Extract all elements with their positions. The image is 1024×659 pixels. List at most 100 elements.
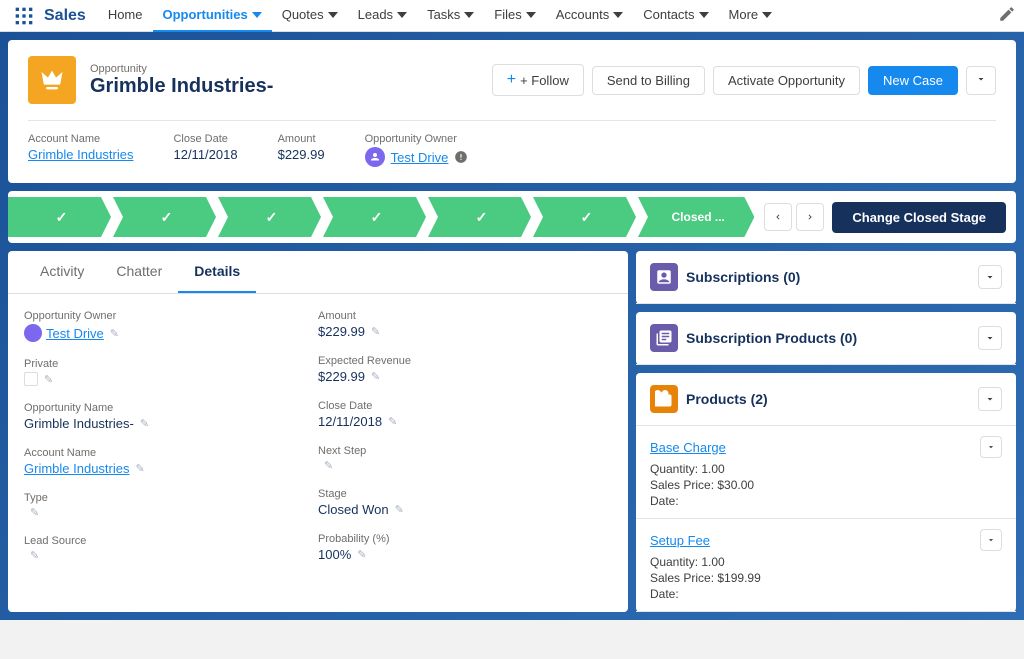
nav-leads[interactable]: Leads — [348, 0, 417, 32]
stage-next-button[interactable] — [796, 203, 824, 231]
tab-chatter[interactable]: Chatter — [100, 251, 178, 293]
stage-text: Closed Won — [318, 502, 389, 517]
apps-grid-icon[interactable] — [8, 0, 40, 32]
edit-amount-icon[interactable]: ✎ — [371, 325, 380, 338]
follow-button[interactable]: + + Follow — [492, 64, 584, 96]
edit-stage-icon[interactable]: ✎ — [395, 503, 404, 516]
setup-fee-link[interactable]: Setup Fee — [650, 533, 710, 548]
field-probability: Probability (%) 100% ✎ — [318, 533, 592, 562]
change-closed-stage-button[interactable]: Change Closed Stage — [832, 202, 1006, 233]
edit-private-icon[interactable]: ✎ — [44, 373, 53, 386]
edit-owner-icon[interactable]: ✎ — [110, 327, 119, 340]
amount-field: Amount $229.99 — [278, 133, 325, 167]
field-opp-name-value: Grimble Industries- ✎ — [24, 416, 298, 431]
field-stage: Stage Closed Won ✎ — [318, 488, 592, 517]
edit-next-step-icon[interactable]: ✎ — [324, 459, 333, 472]
stage-bar: ✓ ✓ ✓ ✓ ✓ ✓ Closed ... — [8, 191, 756, 243]
left-panel: Activity Chatter Details Opportunity Own… — [8, 251, 628, 612]
stage-check-icon: ✓ — [161, 209, 173, 226]
subscriptions-card-header: Subscriptions (0) — [636, 251, 1016, 304]
field-account-name-label: Account Name — [24, 447, 298, 459]
more-actions-button[interactable] — [966, 66, 996, 95]
base-charge-details: Quantity: 1.00 Sales Price: $30.00 Date: — [650, 462, 1002, 508]
stage-step-4[interactable]: ✓ — [323, 197, 426, 237]
nav-accounts[interactable]: Accounts — [546, 0, 633, 32]
record-type-label: Opportunity — [90, 63, 492, 75]
stage-step-6[interactable]: ✓ — [533, 197, 636, 237]
base-charge-link[interactable]: Base Charge — [650, 440, 726, 455]
account-name-value[interactable]: Grimble Industries — [28, 147, 133, 162]
field-type-value: ✎ — [24, 506, 298, 519]
detail-right-col: Amount $229.99 ✎ Expected Revenue $229.9… — [318, 310, 612, 578]
edit-account-icon[interactable]: ✎ — [135, 462, 144, 475]
products-toggle[interactable] — [978, 387, 1002, 411]
nav-contacts[interactable]: Contacts — [633, 0, 718, 32]
field-opp-name: Opportunity Name Grimble Industries- ✎ — [24, 402, 298, 431]
stage-step-1[interactable]: ✓ — [8, 197, 111, 237]
opportunity-fields-row: Account Name Grimble Industries Close Da… — [28, 120, 996, 167]
probability-text: 100% — [318, 547, 351, 562]
nav-quotes[interactable]: Quotes — [272, 0, 348, 32]
edit-opp-name-icon[interactable]: ✎ — [140, 417, 149, 430]
tab-activity[interactable]: Activity — [24, 251, 100, 293]
account-name-link[interactable]: Grimble Industries — [24, 461, 129, 476]
base-charge-toggle[interactable] — [980, 436, 1002, 458]
activate-opportunity-button[interactable]: Activate Opportunity — [713, 66, 860, 95]
field-next-step-label: Next Step — [318, 445, 592, 457]
tab-details[interactable]: Details — [178, 251, 256, 293]
subscriptions-card: Subscriptions (0) — [636, 251, 1016, 304]
stage-closed-label: Closed ... — [672, 210, 725, 224]
nav-items: Home Opportunities Quotes Leads Tasks Fi… — [98, 0, 998, 32]
stage-step-closed[interactable]: Closed ... — [638, 197, 754, 237]
nav-more[interactable]: More — [719, 0, 783, 32]
base-charge-quantity: Quantity: 1.00 — [650, 462, 1002, 476]
send-to-billing-button[interactable]: Send to Billing — [592, 66, 705, 95]
edit-type-icon[interactable]: ✎ — [30, 506, 39, 519]
edit-close-date-icon[interactable]: ✎ — [388, 415, 397, 428]
owner-name[interactable]: Test Drive — [391, 150, 449, 165]
nav-tasks[interactable]: Tasks — [417, 0, 484, 32]
stage-check-icon: ✓ — [581, 209, 593, 226]
edit-expected-revenue-icon[interactable]: ✎ — [371, 370, 380, 383]
setup-fee-quantity: Quantity: 1.00 — [650, 555, 1002, 569]
page-background: Opportunity Grimble Industries- + + Foll… — [0, 32, 1024, 620]
stage-check-icon: ✓ — [56, 209, 68, 226]
edit-lead-source-icon[interactable]: ✎ — [30, 549, 39, 562]
stage-check-icon: ✓ — [266, 209, 278, 226]
field-lead-source-value: ✎ — [24, 549, 298, 562]
opportunity-name: Grimble Industries- — [90, 75, 492, 98]
setup-fee-date: Date: — [650, 587, 1002, 601]
products-icon — [650, 385, 678, 413]
private-checkbox[interactable] — [24, 372, 38, 386]
opportunity-info: Opportunity Grimble Industries- — [90, 63, 492, 98]
nav-home[interactable]: Home — [98, 0, 153, 32]
detail-tabs: Activity Chatter Details — [8, 251, 628, 294]
stage-step-2[interactable]: ✓ — [113, 197, 216, 237]
new-case-button[interactable]: New Case — [868, 66, 958, 95]
subscription-products-header: Subscription Products (0) — [636, 312, 1016, 365]
base-charge-date: Date: — [650, 494, 1002, 508]
stage-step-3[interactable]: ✓ — [218, 197, 321, 237]
subscription-products-toggle[interactable] — [978, 326, 1002, 350]
products-card-header: Products (2) — [636, 373, 1016, 426]
edit-nav-icon[interactable] — [998, 5, 1016, 26]
field-next-step-value: ✎ — [318, 459, 592, 472]
nav-files[interactable]: Files — [484, 0, 545, 32]
edit-probability-icon[interactable]: ✎ — [357, 548, 366, 561]
opportunity-header-card: Opportunity Grimble Industries- + + Foll… — [8, 40, 1016, 183]
field-opportunity-owner: Opportunity Owner Test Drive ✎ — [24, 310, 298, 342]
stage-step-5[interactable]: ✓ — [428, 197, 531, 237]
field-private: Private ✎ — [24, 358, 298, 386]
owner-link[interactable]: Test Drive — [46, 326, 104, 341]
stage-check-icon: ✓ — [476, 209, 488, 226]
field-opportunity-owner-label: Opportunity Owner — [24, 310, 298, 322]
subscriptions-toggle[interactable] — [978, 265, 1002, 289]
detail-left-col: Opportunity Owner Test Drive ✎ Private — [24, 310, 318, 578]
product-item-setup-fee: Setup Fee Quantity: 1.00 Sales Price: $1… — [636, 519, 1016, 612]
field-private-label: Private — [24, 358, 298, 370]
setup-fee-toggle[interactable] — [980, 529, 1002, 551]
owner-inline: Test Drive — [24, 324, 104, 342]
field-expected-revenue-value: $229.99 ✎ — [318, 369, 592, 384]
nav-opportunities[interactable]: Opportunities — [153, 0, 272, 32]
stage-prev-button[interactable] — [764, 203, 792, 231]
